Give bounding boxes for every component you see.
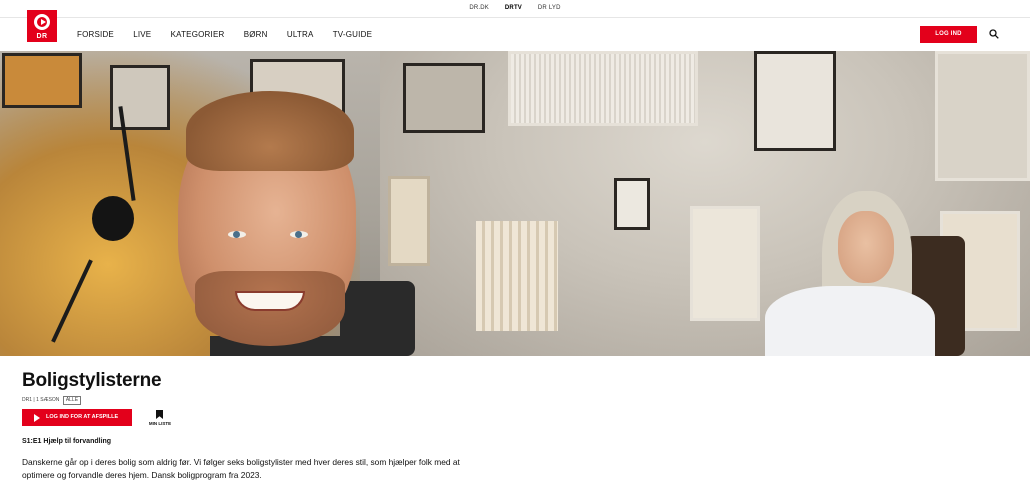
nav-item-kategorier[interactable]: KATEGORIER <box>171 30 225 39</box>
nav-item-forside[interactable]: FORSIDE <box>77 30 114 39</box>
wall-frame <box>754 51 836 151</box>
main-header: DR FORSIDE LIVE KATEGORIER BØRN ULTRA TV… <box>0 10 1030 51</box>
logo-text: DR <box>36 33 48 40</box>
site-link-drdk[interactable]: DR.DK <box>469 5 489 11</box>
lamp <box>92 196 134 241</box>
my-list-label: MIN LISTE <box>148 421 172 426</box>
play-ring-icon <box>34 14 50 30</box>
program-meta-text: DR1 | 1 SÆSON <box>22 397 60 403</box>
login-to-play-button[interactable]: LOG IND FOR AT AFSPILLE <box>22 409 132 426</box>
host-portrait-woman <box>765 286 935 356</box>
wall-frame <box>2 53 82 108</box>
dr-logo[interactable]: DR <box>27 10 57 42</box>
top-site-switcher: DR.DK DRTV DR LYD <box>0 0 1030 18</box>
play-button-label: LOG IND FOR AT AFSPILLE <box>46 414 119 420</box>
wall-weaving <box>476 221 558 331</box>
nav-item-ultra[interactable]: ULTRA <box>287 30 314 39</box>
hero-image <box>0 51 1030 356</box>
site-links: DR.DK DRTV DR LYD <box>0 5 1030 11</box>
nav-item-born[interactable]: BØRN <box>244 30 268 39</box>
wall-frame <box>690 206 760 321</box>
site-link-drtv[interactable]: DRTV <box>505 5 522 11</box>
wall-frame <box>403 63 485 133</box>
bookmark-icon <box>156 410 163 419</box>
nav-item-live[interactable]: LIVE <box>133 30 151 39</box>
wall-frame <box>935 51 1030 181</box>
program-title: Boligstylisterne <box>22 370 162 391</box>
wall-frame <box>508 51 698 126</box>
program-meta: DR1 | 1 SÆSON ALLE <box>22 396 82 405</box>
search-icon[interactable] <box>989 29 999 39</box>
age-rating-badge: ALLE <box>62 396 82 405</box>
my-list-button[interactable]: MIN LISTE <box>145 409 175 429</box>
program-info-panel: Boligstylisterne DR1 | 1 SÆSON ALLE LOG … <box>13 356 1020 489</box>
wall-frame <box>614 178 650 230</box>
episode-title: S1:E1 Hjælp til forvandling <box>22 438 112 445</box>
wall-frame <box>110 65 170 130</box>
login-button[interactable]: LOG IND <box>920 26 977 43</box>
wall-frame <box>388 176 430 266</box>
site-link-drlyd[interactable]: DR LYD <box>538 5 561 11</box>
main-nav: FORSIDE LIVE KATEGORIER BØRN ULTRA TV-GU… <box>77 30 389 39</box>
play-icon <box>34 414 40 422</box>
program-description: Danskerne går op i deres bolig som aldri… <box>22 457 460 480</box>
nav-item-tv-guide[interactable]: TV-GUIDE <box>333 30 372 39</box>
